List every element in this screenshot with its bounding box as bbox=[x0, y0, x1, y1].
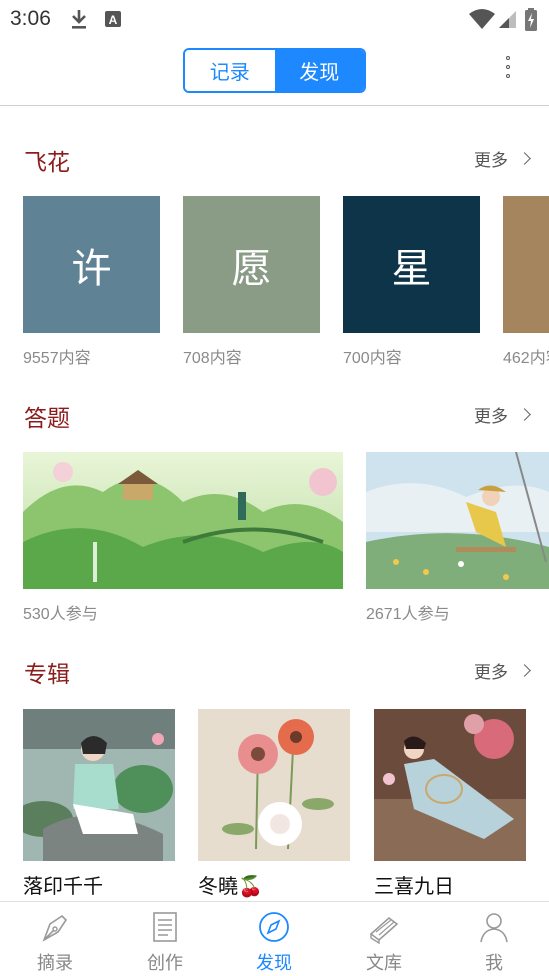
view-switcher: 记录 发现 bbox=[183, 48, 366, 93]
section-title-zhuanji: 专辑 bbox=[24, 661, 70, 687]
font-app-icon: A bbox=[105, 11, 121, 27]
feihua-count: 9557内容 bbox=[23, 350, 91, 367]
album-title: 三喜九日 bbox=[374, 876, 454, 898]
chevron-right-icon bbox=[518, 664, 531, 677]
feihua-card[interactable]: 愿 bbox=[183, 196, 320, 333]
wifi-icon bbox=[469, 9, 495, 29]
feihua-count: 462内容 bbox=[503, 350, 549, 367]
album-cover[interactable] bbox=[374, 709, 526, 861]
zhuanji-more-link[interactable]: 更多 bbox=[474, 658, 531, 683]
section-title-feihua: 飞花 bbox=[24, 149, 70, 175]
chevron-right-icon bbox=[518, 152, 531, 165]
album-title: 冬曉🍒 bbox=[198, 876, 263, 898]
more-label: 更多 bbox=[474, 407, 508, 426]
album-cover[interactable] bbox=[198, 709, 350, 861]
feihua-more-link[interactable]: 更多 bbox=[474, 146, 531, 171]
nav-label: 发现 bbox=[256, 953, 292, 973]
nav-excerpt[interactable]: 摘录 bbox=[0, 902, 110, 976]
nav-library[interactable]: 文库 bbox=[329, 902, 439, 976]
signal-icon bbox=[499, 11, 516, 28]
svg-text:A: A bbox=[109, 13, 118, 27]
nav-label: 创作 bbox=[147, 953, 183, 973]
feihua-char: 许 bbox=[71, 245, 112, 292]
document-icon bbox=[153, 912, 177, 942]
section-title-dati: 答题 bbox=[24, 405, 70, 431]
bottom-navigation: 摘录 创作 发现 文库 我 bbox=[0, 901, 549, 976]
pen-nib-icon bbox=[42, 914, 68, 942]
nav-label: 文库 bbox=[366, 953, 402, 973]
compass-icon bbox=[259, 912, 289, 942]
album-title: 落印千千 bbox=[23, 876, 103, 898]
feihua-char: 星 bbox=[391, 245, 432, 292]
more-label: 更多 bbox=[474, 151, 508, 170]
quiz-card-image[interactable] bbox=[366, 452, 549, 589]
nav-me[interactable]: 我 bbox=[439, 902, 549, 976]
status-bar: 3:06 A bbox=[0, 0, 549, 38]
nav-discover[interactable]: 发现 bbox=[219, 902, 329, 976]
feihua-card[interactable] bbox=[503, 196, 549, 333]
tab-records[interactable]: 记录 bbox=[185, 50, 275, 91]
quiz-participants: 2671人参与 bbox=[366, 606, 450, 623]
person-icon bbox=[480, 913, 508, 943]
quiz-card-image[interactable] bbox=[23, 452, 343, 589]
books-icon bbox=[369, 916, 399, 944]
nav-label: 我 bbox=[485, 953, 503, 973]
tab-discover[interactable]: 发现 bbox=[274, 50, 364, 91]
feihua-count: 700内容 bbox=[343, 350, 402, 367]
more-label: 更多 bbox=[474, 663, 508, 682]
feihua-count: 708内容 bbox=[183, 350, 242, 367]
feihua-card[interactable]: 星 bbox=[343, 196, 480, 333]
status-time: 3:06 bbox=[10, 7, 51, 30]
feihua-card[interactable]: 许 bbox=[23, 196, 160, 333]
battery-charging-icon bbox=[525, 8, 537, 31]
nav-create[interactable]: 创作 bbox=[110, 902, 220, 976]
nav-label: 摘录 bbox=[37, 953, 73, 973]
more-vertical-icon[interactable] bbox=[498, 56, 518, 86]
album-cover[interactable] bbox=[23, 709, 175, 861]
download-icon bbox=[72, 10, 86, 29]
feihua-char: 愿 bbox=[231, 245, 272, 292]
chevron-right-icon bbox=[518, 408, 531, 421]
top-header: 记录 发现 bbox=[0, 38, 549, 106]
dati-more-link[interactable]: 更多 bbox=[474, 402, 531, 427]
quiz-participants: 530人参与 bbox=[23, 606, 98, 623]
